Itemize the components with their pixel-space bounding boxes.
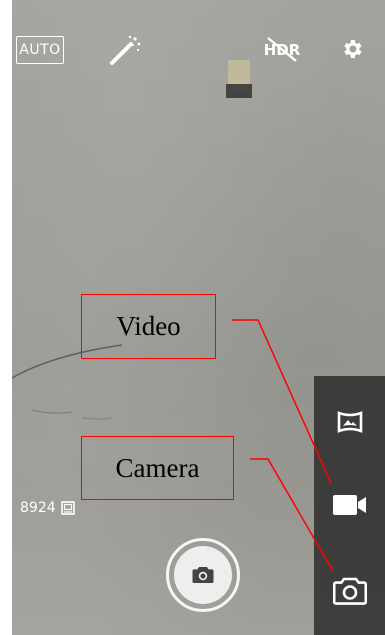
remaining-shots-indicator: 8924	[20, 500, 75, 516]
shutter-inner	[174, 546, 232, 604]
hdr-off-icon: HDR	[264, 37, 301, 62]
hdr-toggle-button[interactable]: HDR	[262, 34, 302, 64]
video-camera-icon	[332, 495, 366, 515]
scene-mode-button[interactable]: AUTO	[16, 36, 64, 64]
panorama-icon	[337, 411, 362, 433]
shutter-button[interactable]	[166, 538, 240, 612]
panorama-mode-button[interactable]	[314, 392, 385, 452]
settings-button[interactable]	[338, 35, 366, 63]
scene-mode-label: AUTO	[19, 42, 61, 58]
video-annotation-label: Video	[116, 311, 181, 341]
video-annotation-box: Video	[81, 294, 216, 359]
camera-icon	[332, 577, 367, 605]
magic-wand-icon	[110, 35, 141, 65]
wall-mark	[226, 60, 252, 98]
video-mode-button[interactable]	[314, 475, 385, 535]
mode-switcher-rail	[314, 376, 385, 635]
remaining-count: 8924	[20, 500, 56, 516]
magic-wand-button[interactable]	[106, 33, 144, 67]
camera-icon	[192, 567, 214, 583]
camera-annotation-label: Camera	[115, 452, 200, 483]
camera-annotation-box: Camera	[81, 436, 234, 500]
photo-mode-button[interactable]	[314, 561, 385, 621]
gallery-icon	[60, 501, 75, 515]
gear-icon	[344, 40, 362, 58]
